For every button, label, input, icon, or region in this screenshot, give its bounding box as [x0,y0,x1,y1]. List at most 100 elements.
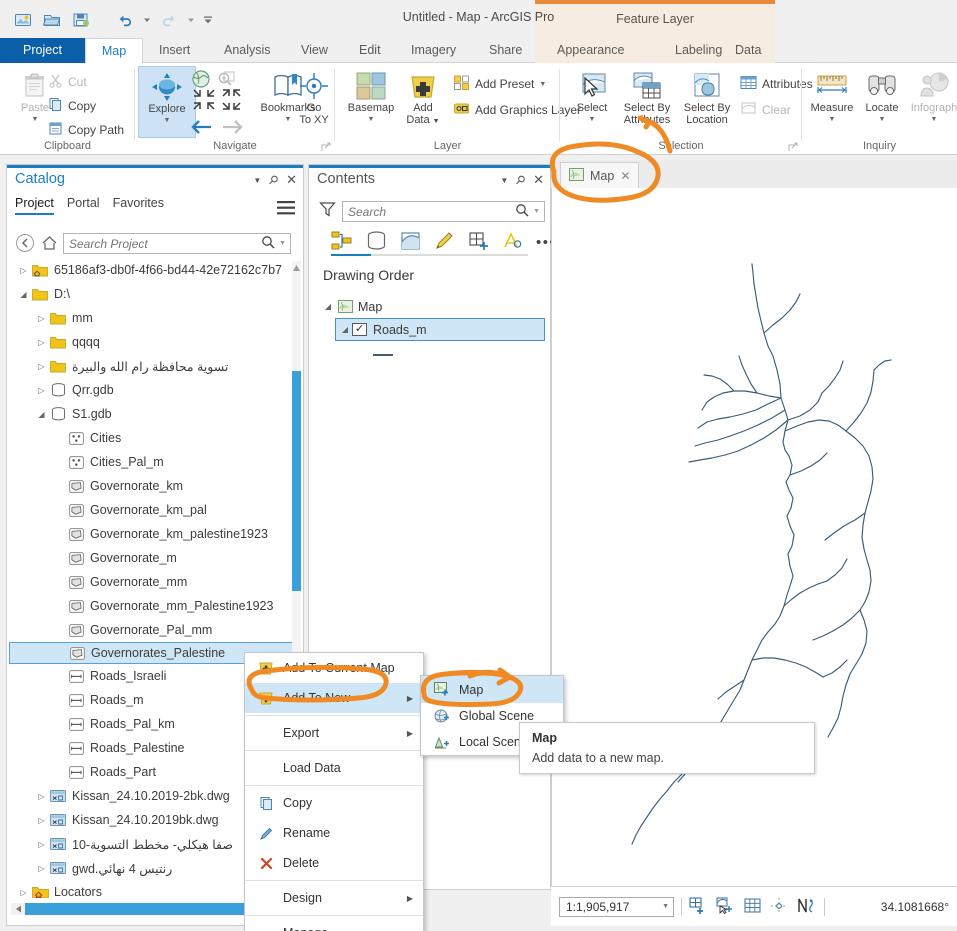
menu-item-manage[interactable]: Manage ▶ [245,918,423,931]
select-by-location-button[interactable]: Select By Location [678,69,736,126]
pin-icon[interactable]: ⚲ [513,172,529,188]
close-icon[interactable]: ✕ [620,169,630,183]
catalog-tree-item[interactable]: Governorate_mm_Palestine1923 [9,594,295,618]
copy-button[interactable]: Copy [48,95,96,117]
catalog-tree-item[interactable]: Governorate_km [9,474,295,498]
catalog-tree-item[interactable]: Governorate_mm [9,570,295,594]
list-by-snapping-icon[interactable] [468,231,489,254]
contents-item-map[interactable]: ◢ Map [317,295,545,318]
catalog-tree-item[interactable]: ▷ Qrr.gdb [9,378,295,402]
basemap-caret-icon[interactable]: ▼ [368,116,375,124]
expander-icon[interactable]: ▷ [35,338,48,347]
snapping-tool-icon[interactable] [770,897,788,917]
catalog-home-icon[interactable] [41,235,58,254]
layer-symbol-swatch[interactable] [372,347,545,361]
search-icon[interactable] [257,235,279,252]
menu-item-copy[interactable]: Copy [245,788,423,818]
navigate-dialog-launcher[interactable] [321,141,331,151]
catalog-tree-item[interactable]: Governorate_m [9,546,295,570]
tab-appearance[interactable]: Appearance [546,38,635,63]
expander-icon[interactable]: ▷ [35,386,48,395]
list-by-selection-icon[interactable] [400,231,421,254]
map-canvas[interactable] [551,188,957,886]
redo-dropdown-icon[interactable] [185,8,197,32]
catalog-search-input[interactable] [64,235,258,252]
clear-selection-button[interactable]: Clear [740,99,791,121]
catalog-tree-item[interactable]: ▷ mm [9,306,295,330]
grid-tool-icon[interactable] [744,897,761,917]
menu-item-add-to-current-map[interactable]: Add To Current Map [245,653,423,683]
contents-search-box[interactable]: ▼ [342,201,545,222]
add-preset-caret-icon[interactable]: ▼ [539,81,546,88]
panel-menu-icon[interactable]: ▼ [253,176,261,185]
catalog-tab-project[interactable]: Project [15,196,54,215]
catalog-scroll-up-icon[interactable] [292,261,301,271]
expander-icon[interactable]: ▷ [35,864,48,873]
list-by-editing-icon[interactable] [434,231,455,254]
add-data-button[interactable]: Add Data ▼ [399,69,447,127]
select-by-attributes-button[interactable]: Select By Attributes [616,69,678,126]
select-button[interactable]: Select ▼ [568,69,616,124]
contents-item-roads-m[interactable]: ◢ ✓ Roads_m [335,318,545,341]
catalog-tree-item[interactable]: ▷ 65186af3-db0f-4f66-bd44-42e72162c7b7 [9,258,295,282]
expander-icon[interactable]: ▷ [35,362,48,371]
explore-button[interactable]: Explore ▼ [138,66,196,138]
list-by-drawing-order-icon[interactable] [331,231,353,254]
copy-path-button[interactable]: Copy Path [48,119,124,141]
catalog-tab-portal[interactable]: Portal [67,196,100,215]
tab-project[interactable]: Project [0,38,85,63]
redo-icon[interactable] [156,8,182,32]
expander-icon[interactable]: ▷ [17,266,30,275]
tab-analysis[interactable]: Analysis [213,38,282,63]
tab-map[interactable]: Map [85,38,143,63]
tab-data[interactable]: Data [724,38,772,63]
expander-icon[interactable]: ▷ [35,840,48,849]
catalog-back-button[interactable] [15,233,35,256]
tab-insert[interactable]: Insert [148,38,201,63]
create-map-tool-icon[interactable] [689,896,707,917]
expander-icon[interactable]: ▷ [17,888,30,897]
locate-button[interactable]: Locate ▼ [858,69,906,124]
north-arrow-tool-icon[interactable] [797,897,816,917]
tab-labeling[interactable]: Labeling [664,38,733,63]
tab-edit[interactable]: Edit [348,38,392,63]
expander-icon[interactable]: ◢ [321,302,335,311]
measure-caret-icon[interactable]: ▼ [829,116,836,124]
catalog-tree-item[interactable]: Cities [9,426,295,450]
expander-icon[interactable]: ◢ [17,290,30,299]
search-icon[interactable] [511,203,533,220]
expander-icon[interactable]: ▷ [35,314,48,323]
select-caret-icon[interactable]: ▼ [589,116,596,124]
new-project-icon[interactable] [10,8,36,32]
catalog-tree-item[interactable]: Cities_Pal_m [9,450,295,474]
pin-icon[interactable]: ⚲ [266,172,282,188]
paste-caret-icon[interactable]: ▼ [32,116,39,124]
contents-layer-list[interactable]: ◢ Map ◢ ✓ Roads_m [317,295,545,361]
tab-imagery[interactable]: Imagery [400,38,467,63]
list-by-labeling-icon[interactable] [502,231,523,254]
infographics-button[interactable]: Infograph ▼ [906,69,957,124]
search-options-caret-icon[interactable]: ▼ [279,240,290,247]
catalog-context-menu[interactable]: Add To Current Map Add To New ▶ Export ▶… [244,652,424,931]
menu-item-export[interactable]: Export ▶ [245,718,423,748]
menu-item-design[interactable]: Design ▶ [245,883,423,913]
panel-menu-icon[interactable]: ▼ [500,176,508,185]
catalog-tree-item[interactable]: Governorate_Pal_mm [9,618,295,642]
menu-item-rename[interactable]: Rename [245,818,423,848]
catalog-search-box[interactable]: ▼ [63,233,291,254]
zoom-extent-arrows[interactable] [191,88,243,112]
catalog-tree-item[interactable]: ◢ S1.gdb [9,402,295,426]
catalog-vscrollbar-thumb[interactable] [292,371,301,591]
hamburger-menu-icon[interactable] [277,201,295,218]
menu-item-delete[interactable]: Delete [245,848,423,878]
tab-share[interactable]: Share [478,38,533,63]
submenu-item-map[interactable]: Map [421,676,563,703]
customize-qat-icon[interactable] [200,8,216,32]
undo-icon[interactable] [112,8,138,32]
selection-dialog-launcher[interactable] [788,141,798,151]
list-by-data-source-icon[interactable] [366,231,387,254]
expander-icon[interactable]: ▷ [35,816,48,825]
next-extent-button[interactable] [219,117,243,139]
catalog-tree-item[interactable]: Governorate_km_pal [9,498,295,522]
menu-item-add-to-new[interactable]: Add To New ▶ [245,683,423,713]
